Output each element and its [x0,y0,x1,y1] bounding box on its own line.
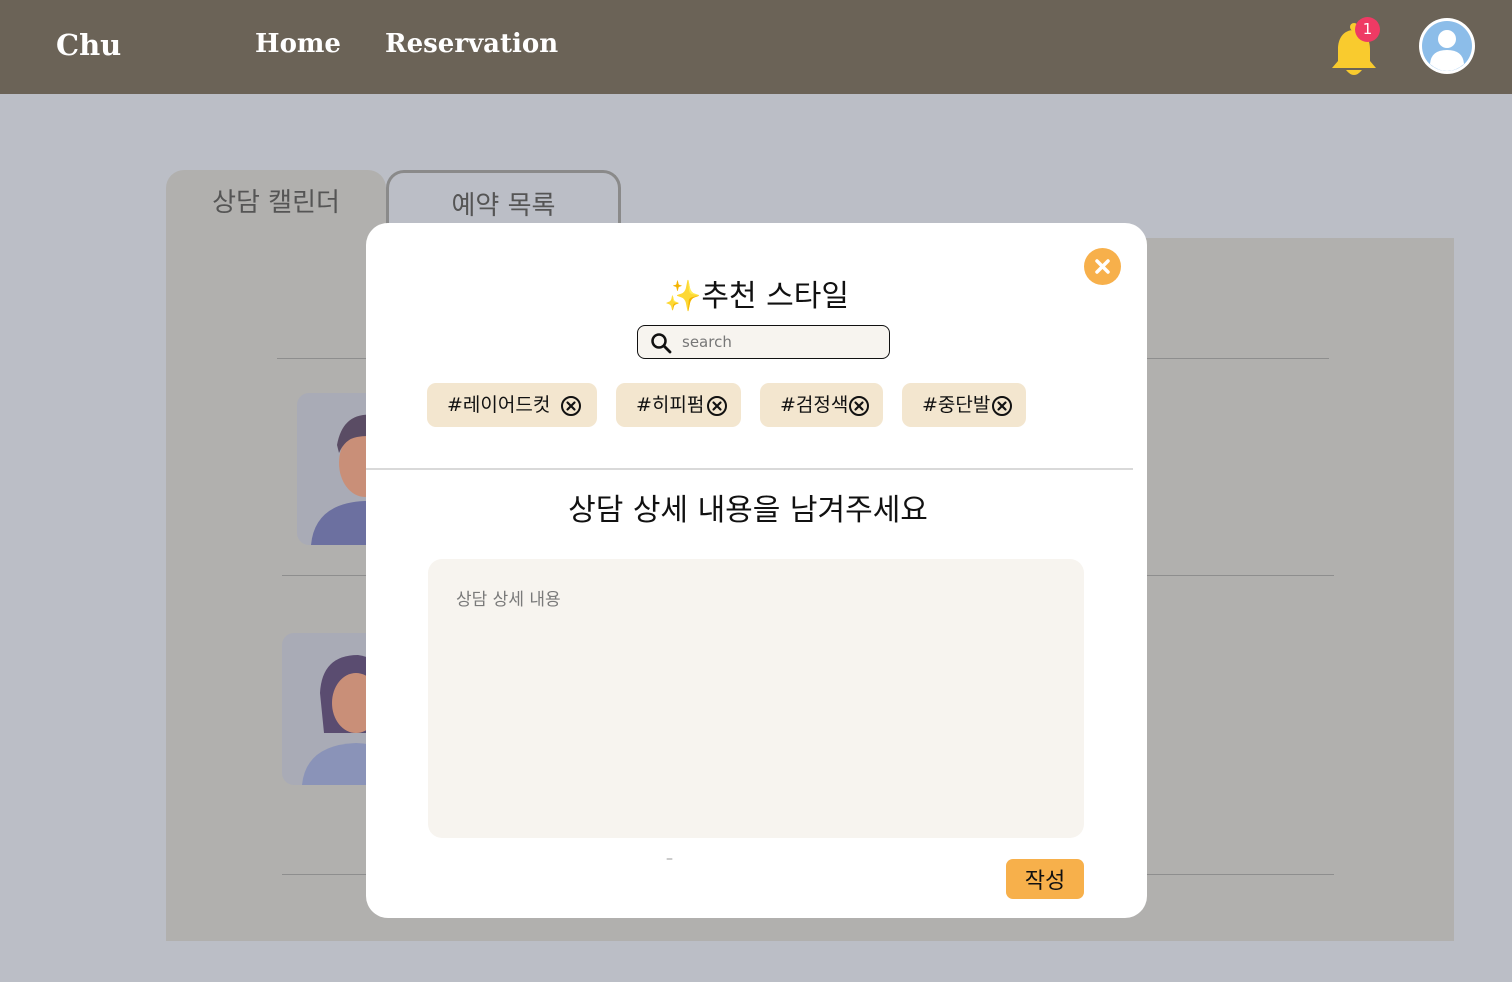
consult-detail-textarea[interactable] [428,559,1084,838]
search-icon [651,333,672,354]
modal-title: ✨추천 스타일 [366,271,1147,315]
search-input[interactable] [682,330,882,354]
tab-consult-calendar[interactable]: 상담 캘린더 [166,170,386,240]
style-tag-chip: #히피펌 [616,383,741,427]
nav-link-reservation[interactable]: Reservation [385,29,558,59]
consult-detail-heading: 상담 상세 내용을 남겨주세요 [568,493,928,528]
style-tag-label: #검정색 [780,394,849,416]
style-tag-label: #중단발 [922,394,991,416]
style-tag-label: #히피펌 [636,394,705,416]
sparkle-icon: ✨ [664,279,702,314]
modal-divider [366,468,1133,470]
style-tag-chip: #검정색 [760,383,883,427]
style-tag-label: #레이어드컷 [447,394,551,416]
notification-badge: 1 [1355,17,1380,42]
remove-tag-icon[interactable] [991,395,1013,417]
style-tag-chip: #레이어드컷 [427,383,597,427]
nav-link-home[interactable]: Home [255,29,341,59]
char-counter-dash: – [666,851,673,867]
user-avatar-icon[interactable] [1419,18,1475,74]
remove-tag-icon[interactable] [848,395,870,417]
brand-logo[interactable]: Chu [56,28,121,62]
top-nav: Chu Home Reservation 1 [0,0,1512,94]
remove-tag-icon[interactable] [560,395,582,417]
style-search-box [637,325,890,359]
submit-button[interactable]: 작성 [1006,859,1084,899]
style-tag-chip: #중단발 [902,383,1026,427]
modal-title-text: 추천 스타일 [701,279,849,314]
recommend-style-modal: ✨추천 스타일 #레이어드컷 #히피펌 #검정색 #중단발 [366,223,1147,918]
remove-tag-icon[interactable] [706,395,728,417]
